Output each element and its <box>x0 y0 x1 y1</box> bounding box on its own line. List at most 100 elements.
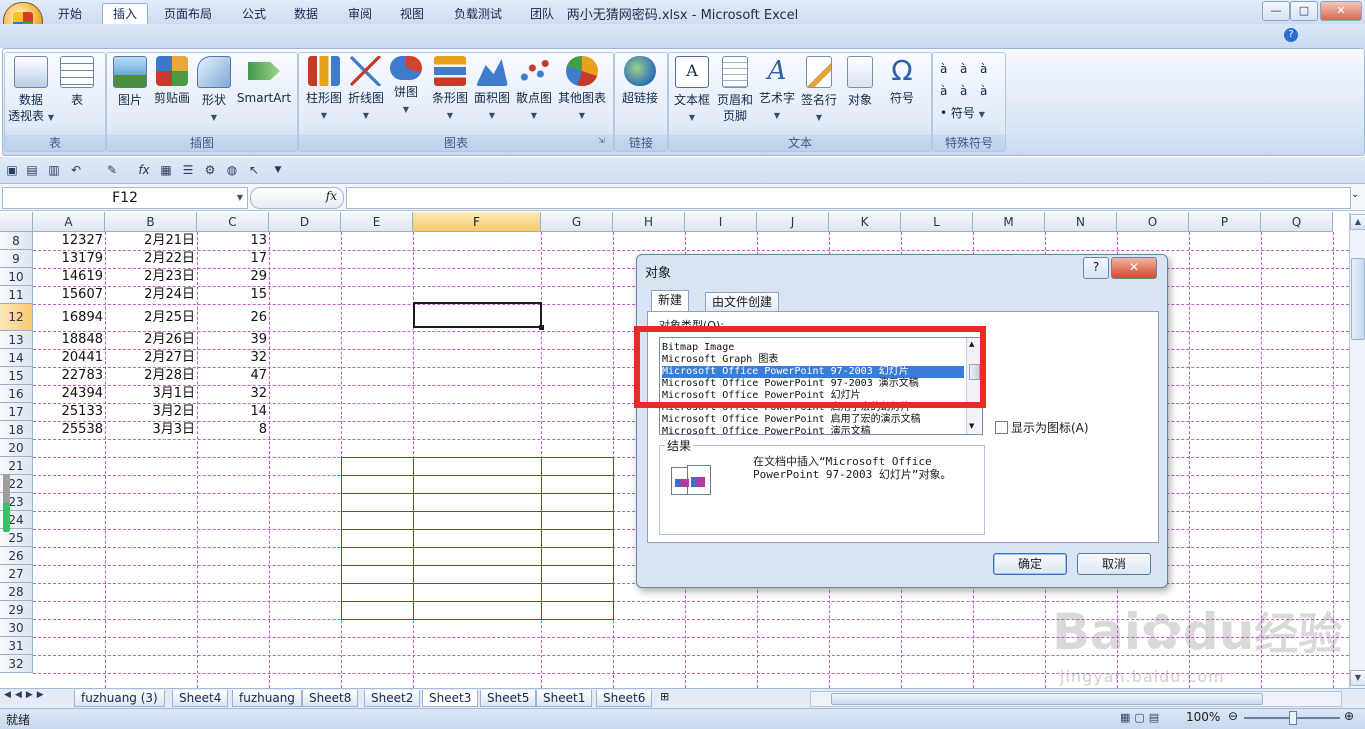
cell-c14[interactable]: 32 <box>197 349 267 367</box>
row-header-29[interactable]: 29 <box>0 601 33 619</box>
red-bordered-cell[interactable] <box>413 475 542 494</box>
cell-b10[interactable]: 2月23日 <box>105 268 195 286</box>
sheet-tab-fuzhuang[interactable]: fuzhuang <box>232 690 302 707</box>
cell-b13[interactable]: 2月26日 <box>105 331 195 349</box>
special-symbol[interactable]: • <box>940 106 947 120</box>
cell-b16[interactable]: 3月1日 <box>105 385 195 403</box>
maximize-button[interactable]: □ <box>1290 1 1318 21</box>
row-header-10[interactable]: 10 <box>0 268 33 286</box>
column-header-m[interactable]: M <box>973 212 1045 232</box>
undo-icon[interactable]: ↶ <box>68 162 84 178</box>
minimize-button[interactable]: — <box>1262 1 1290 21</box>
fx-icon[interactable]: fx <box>136 162 152 178</box>
cell-c16[interactable]: 32 <box>197 385 267 403</box>
cell-b11[interactable]: 2月24日 <box>105 286 195 304</box>
column-header-k[interactable]: K <box>829 212 901 232</box>
cell-b18[interactable]: 3月3日 <box>105 421 195 439</box>
name-box[interactable]: F12 ▼ <box>2 187 248 209</box>
textbox-button[interactable]: A 文本框 ▼ <box>672 56 712 126</box>
red-bordered-cell[interactable] <box>341 511 414 530</box>
dialog-launcher-icon[interactable]: ⇲ <box>598 136 605 145</box>
red-bordered-cell[interactable] <box>413 565 542 584</box>
cell-c17[interactable]: 14 <box>197 403 267 421</box>
select-all-corner[interactable] <box>0 212 33 232</box>
row-header-12[interactable]: 12 <box>0 304 33 331</box>
column-header-d[interactable]: D <box>269 212 341 232</box>
cell-b8[interactable]: 2月21日 <box>105 232 195 250</box>
cell-c13[interactable]: 39 <box>197 331 267 349</box>
cell-b12[interactable]: 2月25日 <box>105 309 195 327</box>
cell-a17[interactable]: 25133 <box>33 403 103 421</box>
red-bordered-cell[interactable] <box>413 583 542 602</box>
tab-review[interactable]: 审阅 <box>338 4 382 24</box>
close-button[interactable]: ✕ <box>1320 1 1362 21</box>
column-header-o[interactable]: O <box>1117 212 1189 232</box>
expand-formula-icon[interactable]: ⌄ <box>1351 189 1359 200</box>
red-bordered-cell[interactable] <box>413 457 542 476</box>
format-icon[interactable]: ✎ <box>104 162 120 178</box>
object-type-item[interactable]: Microsoft Office PowerPoint 演示文稿 <box>662 426 964 434</box>
row-header-9[interactable]: 9 <box>0 250 33 268</box>
zoom-in-icon[interactable]: ⊕ <box>1344 709 1354 723</box>
cell-a18[interactable]: 25538 <box>33 421 103 439</box>
red-bordered-cell[interactable] <box>341 547 414 566</box>
show-as-icon-checkbox[interactable] <box>995 421 1008 434</box>
tab-formulas[interactable]: 公式 <box>232 4 276 24</box>
row-header-31[interactable]: 31 <box>0 637 33 655</box>
row-header-15[interactable]: 15 <box>0 367 33 385</box>
smartart-button[interactable]: SmartArt <box>236 56 292 106</box>
sheet-tab-fuzhuang-3[interactable]: fuzhuang (3) <box>74 690 165 707</box>
customize-qat-icon[interactable]: ▼ <box>270 162 286 178</box>
red-bordered-cell[interactable] <box>341 457 414 476</box>
column-header-n[interactable]: N <box>1045 212 1117 232</box>
sheet-tab-sheet1[interactable]: Sheet1 <box>536 690 593 707</box>
zoom-level[interactable]: 100% <box>1186 710 1220 724</box>
red-bordered-cell[interactable] <box>541 583 614 602</box>
cell-c12[interactable]: 26 <box>197 309 267 327</box>
help-icon[interactable]: ? <box>1284 28 1298 42</box>
cell-a15[interactable]: 22783 <box>33 367 103 385</box>
cancel-button[interactable]: 取消 <box>1077 553 1151 575</box>
cell-c9[interactable]: 17 <box>197 250 267 268</box>
red-bordered-cell[interactable] <box>541 547 614 566</box>
cell-a13[interactable]: 18848 <box>33 331 103 349</box>
row-header-20[interactable]: 20 <box>0 439 33 457</box>
formula-input[interactable] <box>346 187 1351 209</box>
red-bordered-cell[interactable] <box>541 475 614 494</box>
special-symbol-grid[interactable]: ààà ààà • 符号 ▼ <box>940 58 1000 126</box>
red-bordered-cell[interactable] <box>413 493 542 512</box>
row-header-14[interactable]: 14 <box>0 349 33 367</box>
red-bordered-cell[interactable] <box>541 457 614 476</box>
cell-b15[interactable]: 2月28日 <box>105 367 195 385</box>
rows-icon[interactable]: ☰ <box>180 162 196 178</box>
row-header-16[interactable]: 16 <box>0 385 33 403</box>
special-symbol[interactable]: à <box>940 58 960 80</box>
header-footer-button[interactable]: 页眉和 页脚 <box>714 56 756 124</box>
column-header-h[interactable]: H <box>613 212 685 232</box>
picture-button[interactable]: 图片 <box>110 56 150 108</box>
red-bordered-cell[interactable] <box>541 565 614 584</box>
cell-a14[interactable]: 20441 <box>33 349 103 367</box>
cell-a11[interactable]: 15607 <box>33 286 103 304</box>
object-button[interactable]: 对象 <box>842 56 878 108</box>
line-chart-button[interactable]: 折线图 ▼ <box>346 56 386 124</box>
row-header-17[interactable]: 17 <box>0 403 33 421</box>
row-header-13[interactable]: 13 <box>0 331 33 349</box>
row-header-11[interactable]: 11 <box>0 286 33 304</box>
wordart-button[interactable]: A 艺术字 ▼ <box>756 56 798 124</box>
name-box-dropdown-icon[interactable]: ▼ <box>237 188 243 208</box>
open-icon[interactable]: ▤ <box>24 162 40 178</box>
cell-b17[interactable]: 3月2日 <box>105 403 195 421</box>
signature-line-button[interactable]: 签名行 ▼ <box>798 56 840 126</box>
tab-create-new[interactable]: 新建 <box>651 290 690 313</box>
column-header-c[interactable]: C <box>197 212 269 232</box>
tab-insert[interactable]: 插入 <box>102 3 149 24</box>
scroll-up-icon[interactable]: ▲ <box>1350 214 1365 230</box>
red-bordered-cell[interactable] <box>341 475 414 494</box>
red-bordered-cell[interactable] <box>541 601 614 620</box>
red-bordered-cell[interactable] <box>413 529 542 548</box>
zoom-slider-thumb[interactable] <box>1289 711 1297 725</box>
column-header-e[interactable]: E <box>341 212 413 232</box>
bar-chart-button[interactable]: 条形图 ▼ <box>428 56 472 124</box>
column-header-f[interactable]: F <box>413 212 541 232</box>
